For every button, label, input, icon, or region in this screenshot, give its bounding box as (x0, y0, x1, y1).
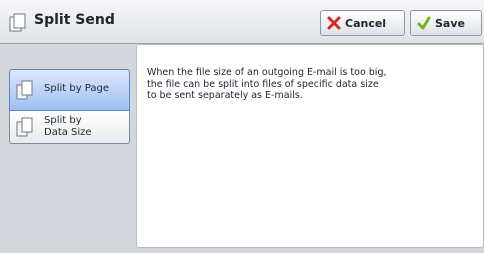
save-button[interactable]: Save (410, 10, 482, 36)
data-split-icon (16, 117, 33, 137)
checkmark-icon (417, 16, 431, 30)
split-by-page-option[interactable]: Split by Page (9, 69, 130, 111)
page-title: Split Send (34, 12, 115, 28)
description-panel: When the file size of an outgoing E-mail… (136, 44, 484, 248)
split-by-page-label: Split by Page (44, 83, 110, 94)
x-icon (327, 16, 341, 30)
description-line-3: to be sent separately as E-mails. (147, 90, 303, 101)
label-line-1: Split by (44, 115, 82, 126)
label-line-2: Data Size (44, 127, 92, 138)
description-line-2: the file can be split into files of spec… (147, 78, 379, 90)
pages-icon (9, 13, 26, 32)
description-line-1: When the file size of an outgoing E-mail… (147, 67, 387, 78)
split-by-data-size-option[interactable]: Split by Data Size (9, 111, 130, 144)
save-label: Save (435, 16, 465, 30)
title-bar: Split Send Cancel Save (0, 0, 484, 44)
cancel-button[interactable]: Cancel (320, 10, 405, 36)
description-text: When the file size of an outgoing E-mail… (147, 67, 477, 102)
page-split-icon (16, 80, 33, 100)
cancel-label: Cancel (345, 16, 387, 30)
split-send-screen: Split Send Cancel Save Split by Page Spl… (0, 0, 484, 253)
split-by-data-size-label: Split by Data Size (44, 115, 114, 139)
